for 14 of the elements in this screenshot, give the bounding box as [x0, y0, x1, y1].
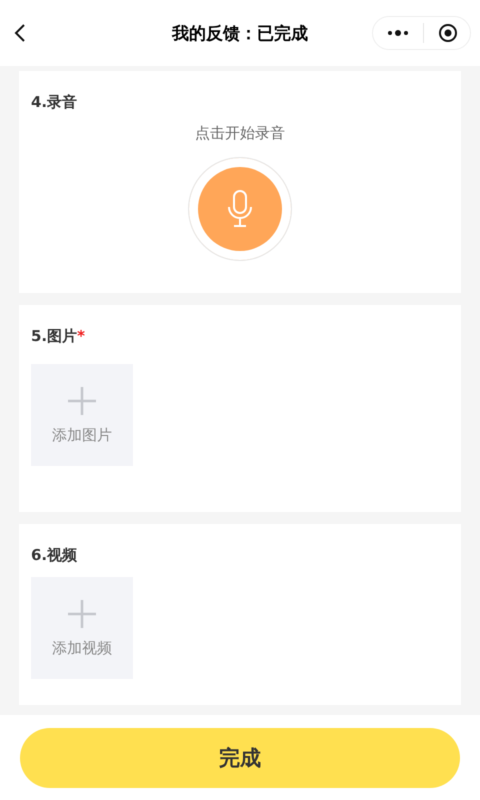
close-icon[interactable] — [438, 23, 458, 43]
section-title: 6.视频 — [31, 546, 78, 565]
page-title: 我的反馈：已完成 — [172, 22, 308, 44]
record-prompt: 点击开始录音 — [195, 124, 285, 143]
section-title: 4.录音 — [31, 93, 78, 112]
plus-icon — [67, 598, 97, 628]
back-icon[interactable] — [14, 23, 26, 43]
plus-icon — [67, 386, 97, 416]
upload-button[interactable]: 添加图片 — [31, 364, 133, 466]
upload-button[interactable]: 添加视频 — [31, 577, 133, 679]
finish-button[interactable]: 完成 — [20, 728, 460, 788]
microphone-icon — [225, 189, 255, 229]
more-icon[interactable] — [387, 29, 409, 37]
section-title: 5.图片* — [31, 327, 86, 346]
